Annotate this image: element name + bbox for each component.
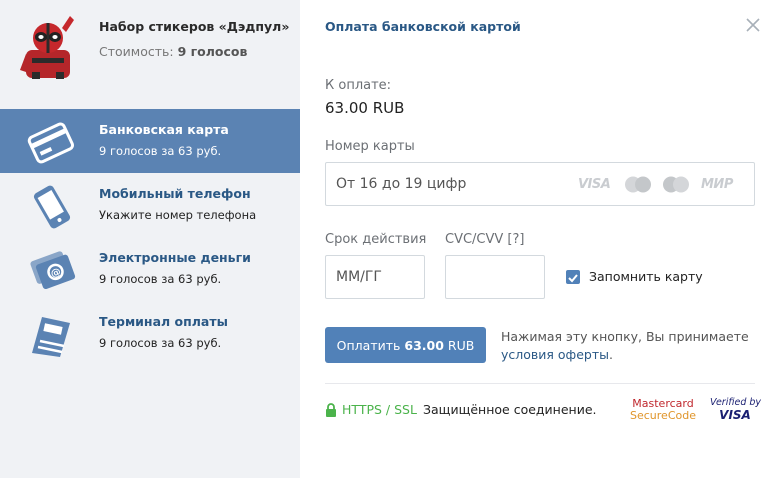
method-subtitle: 9 голосов за 63 руб. [99,336,222,350]
cvc-label: CVC/CVV [?] [445,232,525,247]
verified-visa-text: VISA [719,408,751,422]
visa-logo: VISA [578,177,611,192]
payment-methods-panel: Набор стикеров «Дэдпул» Стоимость: 9 гол… [0,0,300,478]
card-number-field: VISA МИР [325,162,755,206]
e-money-icon: @ [30,251,76,290]
close-icon[interactable] [746,18,760,32]
lock-icon [326,403,336,417]
method-title: Банковская карта [99,122,229,137]
ssl-label: HTTPS / SSL [342,402,417,417]
amount-label: К оплате: [325,78,392,93]
offer-terms-link[interactable]: условия оферты [501,347,609,362]
product-title: Набор стикеров «Дэдпул» [99,19,290,34]
payment-terminal-icon [32,317,70,357]
product-cost-label: Стоимость: [99,44,174,59]
method-e-money[interactable]: @ Электронные деньги 9 голосов за 63 руб… [0,237,300,301]
card-number-input[interactable] [336,163,566,205]
mastercard-icon [663,176,689,193]
product-cost-value: 9 голосов [177,44,248,59]
mc-secure-line2: SecureCode [630,409,696,422]
mobile-phone-icon [33,185,71,229]
method-subtitle: Укажите номер телефона [99,208,257,222]
remember-card-checkbox[interactable] [566,270,580,284]
deadpool-sticker-icon [20,16,74,79]
expiry-label: Срок действия [325,232,427,247]
secure-connection-text: Защищённое соединение. [423,402,597,417]
method-subtitle: 9 голосов за 63 руб. [99,144,222,158]
verified-by-visa-logo: Verified by VISA [710,397,761,422]
product-cost: Стоимость: 9 голосов [99,44,247,59]
payment-title: Оплата банковской картой [325,19,521,34]
pay-button-amount: 63.00 [404,337,444,353]
method-mobile-phone[interactable]: Мобильный телефон Укажите номер телефона [0,173,300,237]
pay-button[interactable]: Оплатить 63.00 RUB [325,327,486,363]
cvc-input[interactable] [445,255,545,299]
divider [325,383,755,384]
checkmark-icon [568,274,578,283]
remember-card-label[interactable]: Запомнить карту [589,269,703,284]
method-title: Терминал оплаты [99,314,228,329]
method-subtitle: 9 голосов за 63 руб. [99,272,222,286]
offer-agreement: Нажимая эту кнопку, Вы принимаете услови… [501,328,749,364]
method-title: Мобильный телефон [99,186,251,201]
expiry-input[interactable] [325,255,425,299]
card-number-label: Номер карты [325,139,415,154]
method-bank-card[interactable]: Банковская карта 9 голосов за 63 руб. [0,109,300,173]
maestro-icon [625,176,651,193]
payment-form: Оплата банковской картой К оплате: 63.00… [300,0,780,478]
pay-button-prefix: Оплатить [336,337,405,353]
pay-button-suffix: RUB [443,337,475,353]
agree-end: . [609,347,613,362]
bank-card-icon [27,122,74,164]
agree-text: Нажимая эту кнопку, Вы принимаете [501,329,749,344]
amount-value: 63.00 RUB [325,99,405,117]
method-terminal[interactable]: Терминал оплаты 9 голосов за 63 руб. [0,301,300,365]
method-title: Электронные деньги [99,250,251,265]
mastercard-securecode-logo: Mastercard SecureCode [630,398,696,422]
mir-logo: МИР [701,177,733,192]
product-info: Набор стикеров «Дэдпул» Стоимость: 9 гол… [0,0,300,109]
